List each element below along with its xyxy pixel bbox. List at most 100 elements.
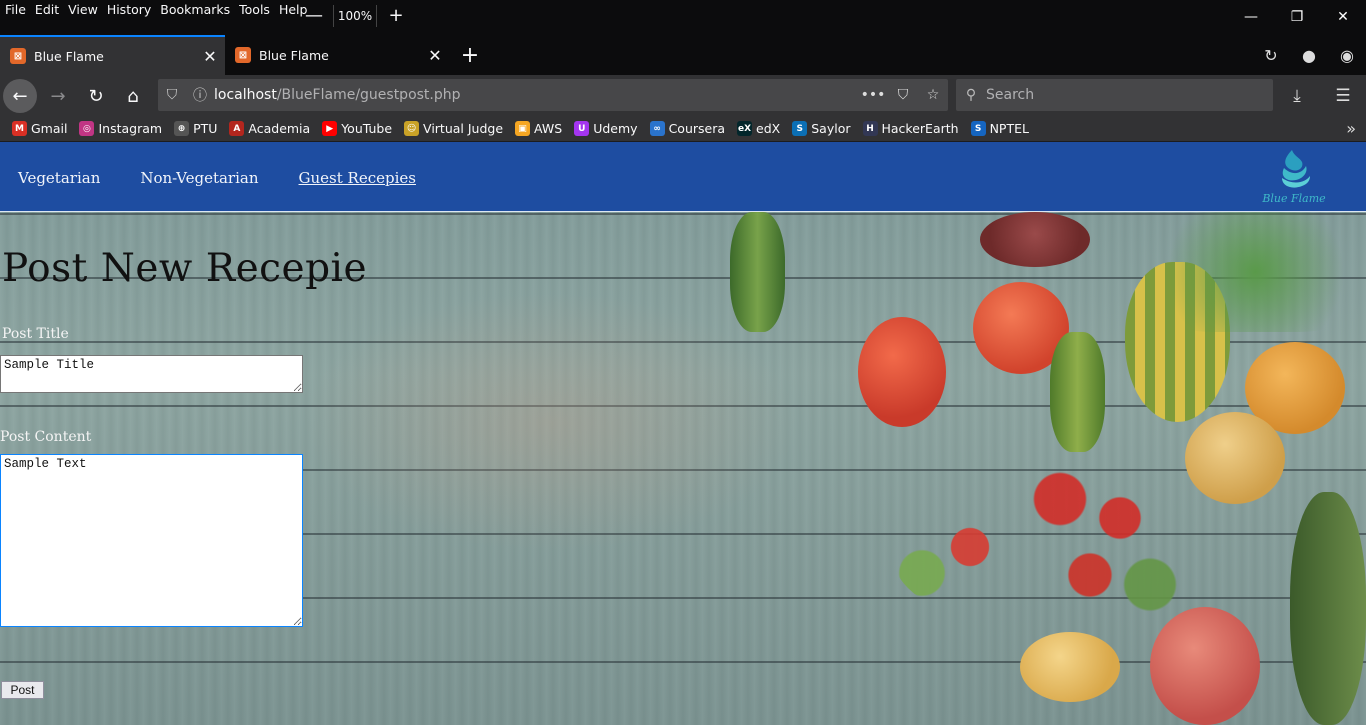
post-content-label: Post Content	[0, 429, 92, 445]
bookmark-gmail[interactable]: M Gmail	[12, 121, 67, 136]
new-tab-button[interactable]: +	[455, 35, 485, 75]
search-placeholder: Search	[986, 87, 1035, 103]
nav-link-vegetarian[interactable]: Vegetarian	[18, 169, 100, 187]
virtual-judge-icon: ☺	[404, 121, 420, 136]
bookmark-label: edX	[756, 121, 781, 136]
post-content-textarea[interactable]: Sample Text	[0, 454, 303, 627]
post-title-input[interactable]: Sample Title	[0, 355, 303, 393]
url-text[interactable]: localhost/BlueFlame/guestpost.php	[214, 87, 858, 103]
more-bookmarks-icon[interactable]: »	[1346, 119, 1356, 138]
bookmark-aws[interactable]: ▣ AWS	[515, 121, 562, 136]
extension-icon[interactable]: ●	[1290, 46, 1328, 65]
bookmarks-bar: M Gmail ◎ Instagram ⊕ PTU A Academia ▶ YouTube ☺ Vi…	[0, 116, 1366, 142]
minimize-button[interactable]: —	[1228, 0, 1274, 34]
close-tab-icon[interactable]: ✕	[195, 47, 225, 66]
academia-icon: A	[229, 121, 245, 136]
bookmark-label: AWS	[534, 121, 563, 136]
zoom-out-button[interactable]: —	[303, 2, 325, 30]
bookmark-coursera[interactable]: ∞ Coursera	[649, 121, 726, 136]
bookmark-academia[interactable]: A Academia	[229, 121, 310, 136]
site-header: Vegetarian Non-Vegetarian Guest Recepies…	[0, 142, 1366, 212]
bookmark-virtual-judge[interactable]: ☺ Virtual Judge	[404, 121, 503, 136]
udemy-icon: U	[574, 121, 590, 136]
bookmark-label: HackerEarth	[881, 121, 959, 136]
tab-bar: ⊠ Blue Flame ✕ ⊠ Blue Flame ✕ + ↻ ● ◉	[0, 35, 1366, 75]
post-title-label: Post Title	[2, 326, 69, 342]
forward-button[interactable]: →	[41, 79, 75, 113]
toolbar-right-buttons: ⤓ ☰	[1274, 79, 1366, 113]
menu-list: File Edit View History Bookmarks Tools H…	[5, 2, 316, 17]
tab-title: Blue Flame	[34, 48, 104, 64]
restore-button[interactable]: ❐	[1274, 0, 1320, 34]
page-actions-icon[interactable]: •••	[858, 87, 888, 103]
bookmark-udemy[interactable]: U Udemy	[574, 121, 638, 136]
hamburger-menu-icon[interactable]: ☰	[1320, 79, 1366, 113]
tracking-shield-icon[interactable]: ⛉	[158, 87, 186, 103]
coursera-icon: ∞	[649, 121, 665, 136]
account-icon[interactable]: ◉	[1328, 46, 1366, 65]
nptel-icon: S	[970, 121, 986, 136]
bookmark-label: NPTEL	[989, 121, 1029, 136]
wooden-table-background	[0, 142, 1366, 725]
logo-text: Blue Flame	[1262, 192, 1326, 205]
back-button[interactable]: ←	[3, 79, 37, 113]
bookmark-instagram[interactable]: ◎ Instagram	[79, 121, 162, 136]
bookmark-label: PTU	[193, 121, 218, 136]
tab-title: Blue Flame	[259, 47, 329, 63]
reload-button[interactable]: ↻	[79, 79, 113, 113]
zoom-in-button[interactable]: +	[385, 2, 407, 30]
reload-extension-icon[interactable]: ↻	[1252, 46, 1290, 65]
close-tab-icon[interactable]: ✕	[420, 46, 450, 65]
url-path: /BlueFlame/guestpost.php	[276, 87, 461, 103]
xampp-favicon-icon: ⊠	[235, 47, 251, 63]
bookmark-hackerearth[interactable]: H HackerEarth	[862, 121, 959, 136]
tab-blue-flame-2[interactable]: ⊠ Blue Flame ✕	[225, 35, 450, 75]
menu-view[interactable]: View	[68, 2, 98, 17]
menu-bar: File Edit View History Bookmarks Tools H…	[0, 0, 1366, 35]
bookmark-label: Instagram	[98, 121, 163, 136]
xampp-favicon-icon: ⊠	[10, 48, 26, 64]
menu-file[interactable]: File	[5, 2, 26, 17]
close-window-button[interactable]: ✕	[1320, 0, 1366, 34]
gmail-icon: M	[12, 121, 27, 136]
web-page: Vegetarian Non-Vegetarian Guest Recepies…	[0, 142, 1366, 725]
bookmark-saylor[interactable]: S Saylor	[792, 121, 851, 136]
menu-bookmarks[interactable]: Bookmarks	[160, 2, 230, 17]
url-host: localhost	[214, 87, 277, 103]
url-bar[interactable]: ⛉ ⓘ localhost/BlueFlame/guestpost.php ••…	[158, 79, 948, 111]
youtube-icon: ▶	[322, 121, 338, 136]
bookmark-label: YouTube	[341, 121, 393, 136]
menu-history[interactable]: History	[107, 2, 151, 17]
zoom-controls: — 100% +	[303, 2, 407, 30]
menu-edit[interactable]: Edit	[35, 2, 59, 17]
bookmark-star-icon[interactable]: ☆	[918, 87, 948, 103]
bookmark-nptel[interactable]: S NPTEL	[970, 121, 1029, 136]
search-bar[interactable]: ⚲ Search	[956, 79, 1273, 111]
hackerearth-icon: H	[862, 121, 878, 136]
instagram-icon: ◎	[79, 121, 95, 136]
downloads-icon[interactable]: ⤓	[1274, 79, 1320, 113]
post-button[interactable]: Post	[1, 681, 44, 699]
navigation-toolbar: ← → ↻ ⌂ ⛉ ⓘ localhost/BlueFlame/guestpos…	[0, 75, 1366, 116]
site-info-icon[interactable]: ⓘ	[186, 85, 214, 105]
menu-tools[interactable]: Tools	[239, 2, 270, 17]
bookmark-label: Saylor	[811, 121, 851, 136]
flame-icon	[1282, 150, 1310, 188]
nav-link-non-vegetarian[interactable]: Non-Vegetarian	[140, 169, 258, 187]
pocket-icon[interactable]: ⛉	[888, 87, 918, 103]
bookmark-ptu[interactable]: ⊕ PTU	[174, 121, 217, 136]
bookmark-label: Academia	[248, 121, 311, 136]
bookmark-edx[interactable]: eX edX	[737, 121, 780, 136]
home-button[interactable]: ⌂	[116, 79, 150, 113]
bookmark-label: Gmail	[31, 121, 68, 136]
bookmark-youtube[interactable]: ▶ YouTube	[322, 121, 392, 136]
page-title: Post New Recepie	[2, 246, 368, 291]
saylor-icon: S	[792, 121, 808, 136]
bookmark-label: Coursera	[668, 121, 726, 136]
blue-flame-logo[interactable]: Blue Flame	[1262, 148, 1332, 208]
tab-blue-flame-1[interactable]: ⊠ Blue Flame ✕	[0, 35, 225, 75]
url-actions: ••• ⛉ ☆	[858, 87, 948, 103]
nav-link-guest-recepies[interactable]: Guest Recepies	[299, 169, 416, 187]
zoom-level[interactable]: 100%	[333, 5, 377, 27]
edx-icon: eX	[737, 121, 753, 136]
